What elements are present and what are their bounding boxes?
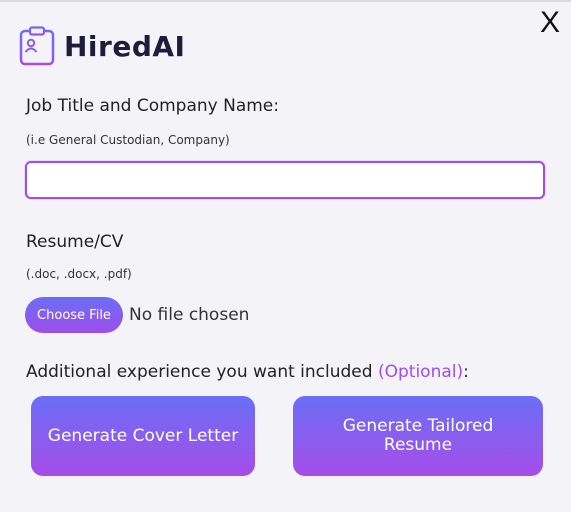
generate-tailored-resume-button[interactable]: Generate Tailored Resume — [293, 396, 543, 476]
job-title-input[interactable] — [25, 161, 545, 199]
file-status: No file chosen — [129, 305, 250, 325]
close-button[interactable]: X — [535, 6, 565, 40]
additional-text: Additional experience you want included — [26, 362, 378, 382]
optional-tag: (Optional) — [377, 362, 464, 382]
choose-file-button[interactable]: Choose File — [25, 297, 123, 333]
cover-letter-label: Generate Cover Letter — [47, 425, 239, 446]
resume-label: Resume/CV — [26, 232, 124, 252]
file-picker: Choose File No file chosen — [25, 297, 249, 333]
job-title-hint: (i.e General Custodian, Company) — [26, 133, 230, 147]
tailored-resume-label: Generate Tailored Resume — [342, 416, 494, 455]
resume-clipboard-icon — [19, 26, 55, 66]
top-divider — [0, 0, 571, 2]
brand: HiredAI — [18, 26, 185, 66]
additional-suffix: : — [463, 362, 469, 382]
job-title-label: Job Title and Company Name: — [26, 96, 279, 116]
app-title: HiredAI — [64, 29, 186, 63]
generate-cover-letter-button[interactable]: Generate Cover Letter — [31, 396, 255, 476]
additional-experience-label: Additional experience you want included … — [26, 362, 469, 382]
resume-hint: (.doc, .docx, .pdf) — [26, 267, 132, 281]
